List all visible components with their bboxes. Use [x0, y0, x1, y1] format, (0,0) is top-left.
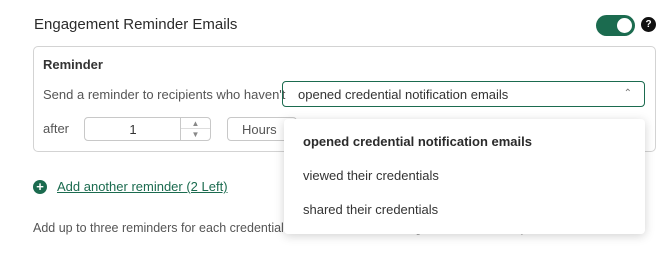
- decrement-icon[interactable]: ▼: [181, 129, 210, 140]
- quantity-value: 1: [129, 122, 137, 137]
- reminder-sentence: Send a reminder to recipients who haven'…: [43, 87, 286, 102]
- chevron-up-icon: ⌃: [623, 88, 632, 99]
- reminder-title: Reminder: [43, 57, 103, 72]
- dropdown-option-shared[interactable]: shared their credentials: [303, 202, 438, 217]
- condition-select[interactable]: opened credential notification emails ⌃: [282, 81, 645, 107]
- unit-select-value: Hours: [242, 122, 277, 137]
- dropdown-option-viewed[interactable]: viewed their credentials: [303, 168, 439, 183]
- dropdown-option-opened[interactable]: opened credential notification emails: [303, 134, 532, 149]
- condition-dropdown-menu: opened credential notification emails vi…: [284, 119, 645, 234]
- section-title: Engagement Reminder Emails: [34, 16, 238, 33]
- add-another-reminder-label: Add another reminder (2 Left): [57, 179, 228, 194]
- help-icon[interactable]: ?: [641, 17, 656, 32]
- toggle-knob: [617, 18, 632, 33]
- condition-select-value: opened credential notification emails: [298, 87, 509, 102]
- engagement-reminder-toggle[interactable]: [596, 15, 635, 36]
- increment-icon[interactable]: ▲: [181, 118, 210, 129]
- quantity-stepper[interactable]: 1 ▲ ▼: [84, 117, 211, 141]
- plus-circle-icon: +: [33, 180, 47, 194]
- stepper-arrows: ▲ ▼: [180, 118, 210, 140]
- after-label: after: [43, 121, 70, 136]
